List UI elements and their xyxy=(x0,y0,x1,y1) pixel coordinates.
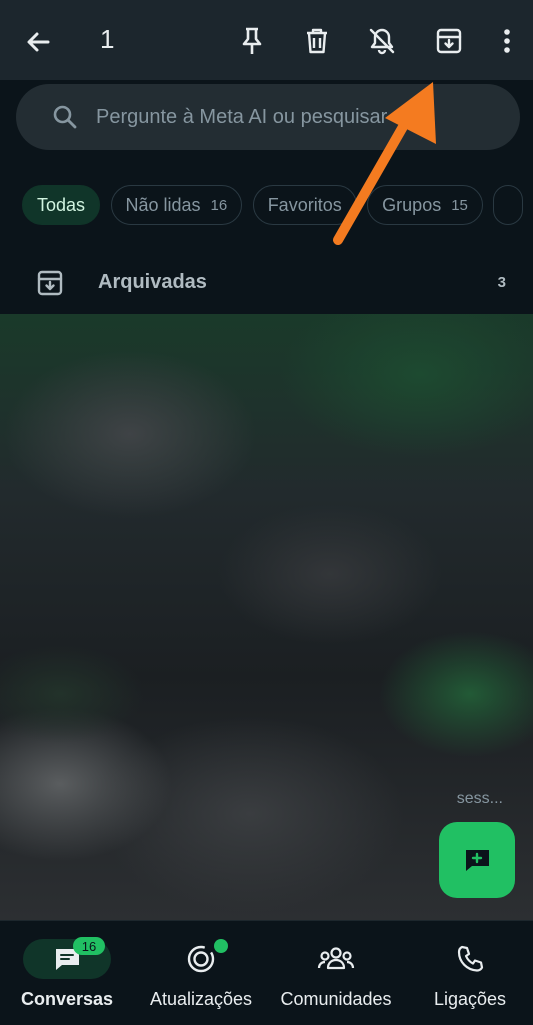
bottom-navigation: 16 Conversas Atualizações Comunidades Li… xyxy=(0,920,533,1025)
filter-chip-all[interactable]: Todas xyxy=(22,185,101,225)
chat-preview-snippet: sess... xyxy=(456,790,503,807)
phone-icon xyxy=(457,945,484,972)
archive-icon[interactable] xyxy=(432,24,466,58)
nav-calls[interactable]: Ligações xyxy=(426,921,514,1025)
nav-updates-label: Atualizações xyxy=(149,989,253,1009)
pin-icon[interactable] xyxy=(235,24,269,58)
filter-chip-label: Favoritos xyxy=(267,194,342,215)
filter-chip-more[interactable] xyxy=(493,185,524,225)
filter-chip-count: 16 xyxy=(210,196,228,214)
filter-chip-favorites[interactable]: Favoritos xyxy=(252,185,357,225)
filter-chips: Todas Não lidas 16 Favoritos Grupos 15 xyxy=(22,185,533,227)
more-vertical-icon[interactable] xyxy=(490,24,524,58)
filter-chip-count: 15 xyxy=(451,196,468,214)
status-icon xyxy=(187,945,215,973)
nav-calls-label: Ligações xyxy=(433,989,507,1009)
filter-chip-label: Não lidas xyxy=(125,194,201,215)
nav-communities[interactable]: Comunidades xyxy=(276,921,396,1025)
search-bar[interactable] xyxy=(16,84,520,150)
communities-icon xyxy=(317,947,355,970)
mute-bell-icon[interactable] xyxy=(365,24,399,58)
new-chat-icon xyxy=(465,850,489,871)
archive-icon xyxy=(37,270,63,296)
filter-chip-label: Grupos xyxy=(382,194,442,215)
archived-count: 3 xyxy=(497,274,506,291)
filter-chip-groups[interactable]: Grupos 15 xyxy=(367,185,483,225)
selected-count: 1 xyxy=(100,24,115,54)
updates-dot xyxy=(214,939,228,953)
search-icon xyxy=(53,105,77,129)
search-input[interactable] xyxy=(94,104,498,130)
new-chat-button[interactable] xyxy=(439,822,515,898)
back-arrow-icon[interactable] xyxy=(22,26,54,58)
filter-chip-label: Todas xyxy=(37,194,86,215)
archived-label: Arquivadas xyxy=(98,271,207,293)
unread-badge: 16 xyxy=(73,937,105,955)
selection-toolbar: 1 xyxy=(0,0,533,80)
trash-icon[interactable] xyxy=(300,24,334,58)
nav-communities-label: Comunidades xyxy=(280,989,392,1009)
filter-chip-unread[interactable]: Não lidas 16 xyxy=(110,185,243,225)
nav-chats-label: Conversas xyxy=(20,989,114,1009)
nav-chats[interactable]: 16 Conversas xyxy=(20,921,114,1025)
archived-row[interactable]: Arquivadas 3 xyxy=(0,255,533,311)
nav-updates[interactable]: Atualizações xyxy=(144,921,258,1025)
